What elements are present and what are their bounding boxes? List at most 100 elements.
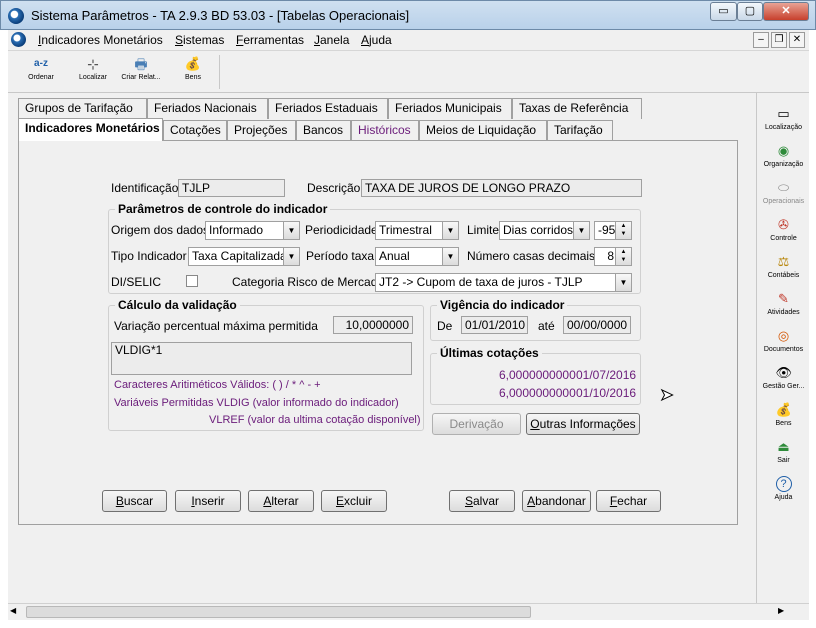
- buscar-button[interactable]: Buscar: [102, 490, 167, 512]
- alterar-button[interactable]: Alterar: [248, 490, 314, 512]
- sidebar-item-documentos[interactable]: ◎ Documentos: [757, 328, 810, 364]
- search-icon: ⊹: [87, 56, 99, 72]
- de-date-field[interactable]: 01/01/2010: [461, 316, 528, 334]
- ordenar-button[interactable]: a-z Ordenar: [18, 53, 64, 91]
- scrollbar-thumb[interactable]: [26, 606, 531, 618]
- vlref-text: VLREF (valor da ultima cotação disponíve…: [209, 414, 421, 426]
- tab-indicadores-monetarios[interactable]: Indicadores Monetários: [18, 118, 163, 141]
- periodicidade-select[interactable]: Trimestral ▼: [375, 221, 459, 240]
- app-icon: [8, 8, 24, 24]
- mdi-restore-button[interactable]: ❐: [771, 32, 787, 48]
- limite-spinner[interactable]: -95 ▲ ▼: [594, 221, 632, 240]
- criar-relatorio-button[interactable]: 🖶 Criar Relat...: [118, 53, 164, 91]
- sidebar-item-organizacao[interactable]: ◉ Organização: [757, 143, 810, 179]
- minimize-button[interactable]: ▭: [710, 2, 737, 21]
- printer-icon: 🖶: [134, 56, 148, 72]
- sidebar-item-label: Gestão Ger...: [762, 383, 805, 390]
- categoria-select[interactable]: JT2 -> Cupom de taxa de juros - TJLP ▼: [375, 273, 632, 292]
- cotacao-data: 01/07/2016: [576, 368, 637, 382]
- diselic-label: DI/SELIC: [111, 275, 162, 289]
- tab-taxas-referencia[interactable]: Taxas de Referência: [512, 98, 642, 119]
- toolbar-separator: [219, 55, 220, 89]
- derivacao-button[interactable]: Derivação: [432, 413, 521, 435]
- scroll-left-icon[interactable]: ◀: [10, 606, 16, 615]
- maximize-button[interactable]: ▢: [737, 2, 763, 21]
- mdi-close-button[interactable]: ✕: [789, 32, 805, 48]
- excluir-button[interactable]: Excluir: [321, 490, 387, 512]
- casas-decimais-spinner[interactable]: 8 ▲ ▼: [594, 247, 632, 266]
- chevron-down-icon: ▼: [573, 222, 589, 239]
- spinner-arrows-icon[interactable]: ▲ ▼: [615, 248, 631, 265]
- sidebar-item-contabeis[interactable]: ⚖ Contábeis: [757, 254, 810, 290]
- money-bag-icon: 💰: [184, 56, 202, 71]
- calculo-title: Cálculo da validação: [115, 298, 240, 312]
- fechar-button[interactable]: Fechar: [596, 490, 661, 512]
- sidebar-item-controle[interactable]: ✇ Controle: [757, 217, 810, 253]
- sidebar-item-operacionais[interactable]: ⬭ Operacionais: [757, 180, 810, 216]
- periodo-taxa-select[interactable]: Anual ▼: [375, 247, 459, 266]
- tab-historicos[interactable]: Históricos: [351, 120, 419, 141]
- spinner-arrows-icon[interactable]: ▲ ▼: [615, 222, 631, 239]
- operacionais-icon: ⬭: [777, 180, 790, 195]
- origem-label: Origem dos dados: [111, 223, 210, 237]
- horizontal-scrollbar[interactable]: ◀ ▶: [8, 603, 809, 620]
- money-bag-icon: 💰: [775, 402, 792, 417]
- help-icon: ?: [775, 476, 792, 492]
- tab-feriados-nacionais[interactable]: Feriados Nacionais: [147, 98, 268, 119]
- salvar-button[interactable]: Salvar: [449, 490, 515, 512]
- scroll-right-icon[interactable]: ▶: [778, 606, 784, 615]
- limite-num-value: -95: [598, 223, 616, 237]
- caracteres-validos-text: Caracteres Aritiméticos Válidos: ( ) / *…: [114, 379, 321, 391]
- sidebar-item-ajuda[interactable]: ? Ajuda: [757, 476, 810, 512]
- bens-toolbar-button[interactable]: 💰 Bens: [170, 53, 216, 91]
- mouse-cursor-icon: ➤: [659, 387, 674, 405]
- sidebar-item-sair[interactable]: ⏏ Sair: [757, 439, 810, 475]
- sidebar-item-atividades[interactable]: ✎ Atividades: [757, 291, 810, 327]
- menu-sistemas[interactable]: Sistemas: [175, 33, 224, 47]
- tab-feriados-estaduais[interactable]: Feriados Estaduais: [268, 98, 388, 119]
- sort-az-icon: a-z: [34, 58, 48, 69]
- toolbar: a-z Ordenar ⊹ Localizar 🖶 Criar Relat...…: [8, 51, 809, 93]
- identificacao-field[interactable]: TJLP: [178, 179, 285, 197]
- menu-ferramentas[interactable]: Ferramentas: [236, 33, 304, 47]
- periodicidade-value: Trimestral: [379, 223, 432, 237]
- cotacao-data: 01/10/2016: [576, 386, 637, 400]
- tipo-value: Taxa Capitalizada: [192, 249, 287, 263]
- tipo-indicador-select[interactable]: Taxa Capitalizada ▼: [188, 247, 300, 266]
- localizar-label: Localizar: [78, 74, 107, 81]
- tab-bancos[interactable]: Bancos: [296, 120, 351, 141]
- origem-value: Informado: [209, 223, 264, 237]
- window-title: Sistema Parâmetros - TA 2.9.3 BD 53.03 -…: [31, 8, 410, 23]
- menu-ajuda[interactable]: Ajuda: [361, 33, 392, 47]
- tab-grupos-tarifacao[interactable]: Grupos de Tarifação: [18, 98, 147, 119]
- menu-indicadores[interactable]: Indicadores Monetários: [38, 33, 163, 47]
- tab-projecoes[interactable]: Projeções: [227, 120, 296, 141]
- sidebar-item-bens[interactable]: 💰 Bens: [757, 402, 810, 438]
- bens-label: Bens: [185, 74, 201, 81]
- outras-informacoes-button[interactable]: Outras Informações: [526, 413, 640, 435]
- mdi-minimize-button[interactable]: –: [753, 32, 769, 48]
- descricao-field[interactable]: TAXA DE JUROS DE LONGO PRAZO: [361, 179, 642, 197]
- limite-select[interactable]: Dias corridos ▼: [499, 221, 590, 240]
- sidebar-item-label: Atividades: [767, 309, 800, 316]
- variacao-field[interactable]: 10,0000000: [333, 316, 413, 334]
- sidebar-item-label: Bens: [775, 420, 792, 427]
- tab-cotacoes[interactable]: Cotações: [163, 120, 227, 141]
- sidebar-item-gestao[interactable]: 👁 Gestão Ger...: [757, 365, 810, 401]
- close-button[interactable]: ✕: [763, 2, 809, 21]
- formula-field[interactable]: VLDIG*1: [111, 342, 412, 375]
- sidebar-item-label: Sair: [777, 457, 790, 464]
- abandonar-button[interactable]: Abandonar: [522, 490, 591, 512]
- sidebar-item-label: Operacionais: [762, 198, 805, 205]
- tab-meios-liquidacao[interactable]: Meios de Liquidação: [419, 120, 547, 141]
- localizar-button[interactable]: ⊹ Localizar: [70, 53, 116, 91]
- tab-tarifacao[interactable]: Tarifação: [547, 120, 613, 141]
- inserir-button[interactable]: Inserir: [175, 490, 241, 512]
- variacao-label: Variação percentual máxima permitida: [114, 319, 318, 333]
- tab-feriados-municipais[interactable]: Feriados Municipais: [388, 98, 512, 119]
- ate-date-field[interactable]: 00/00/0000: [563, 316, 631, 334]
- sidebar-item-localizacao[interactable]: ▭ Localização: [757, 106, 810, 142]
- menu-janela[interactable]: Janela: [314, 33, 349, 47]
- origem-select[interactable]: Informado ▼: [205, 221, 300, 240]
- diselic-checkbox[interactable]: [186, 275, 198, 287]
